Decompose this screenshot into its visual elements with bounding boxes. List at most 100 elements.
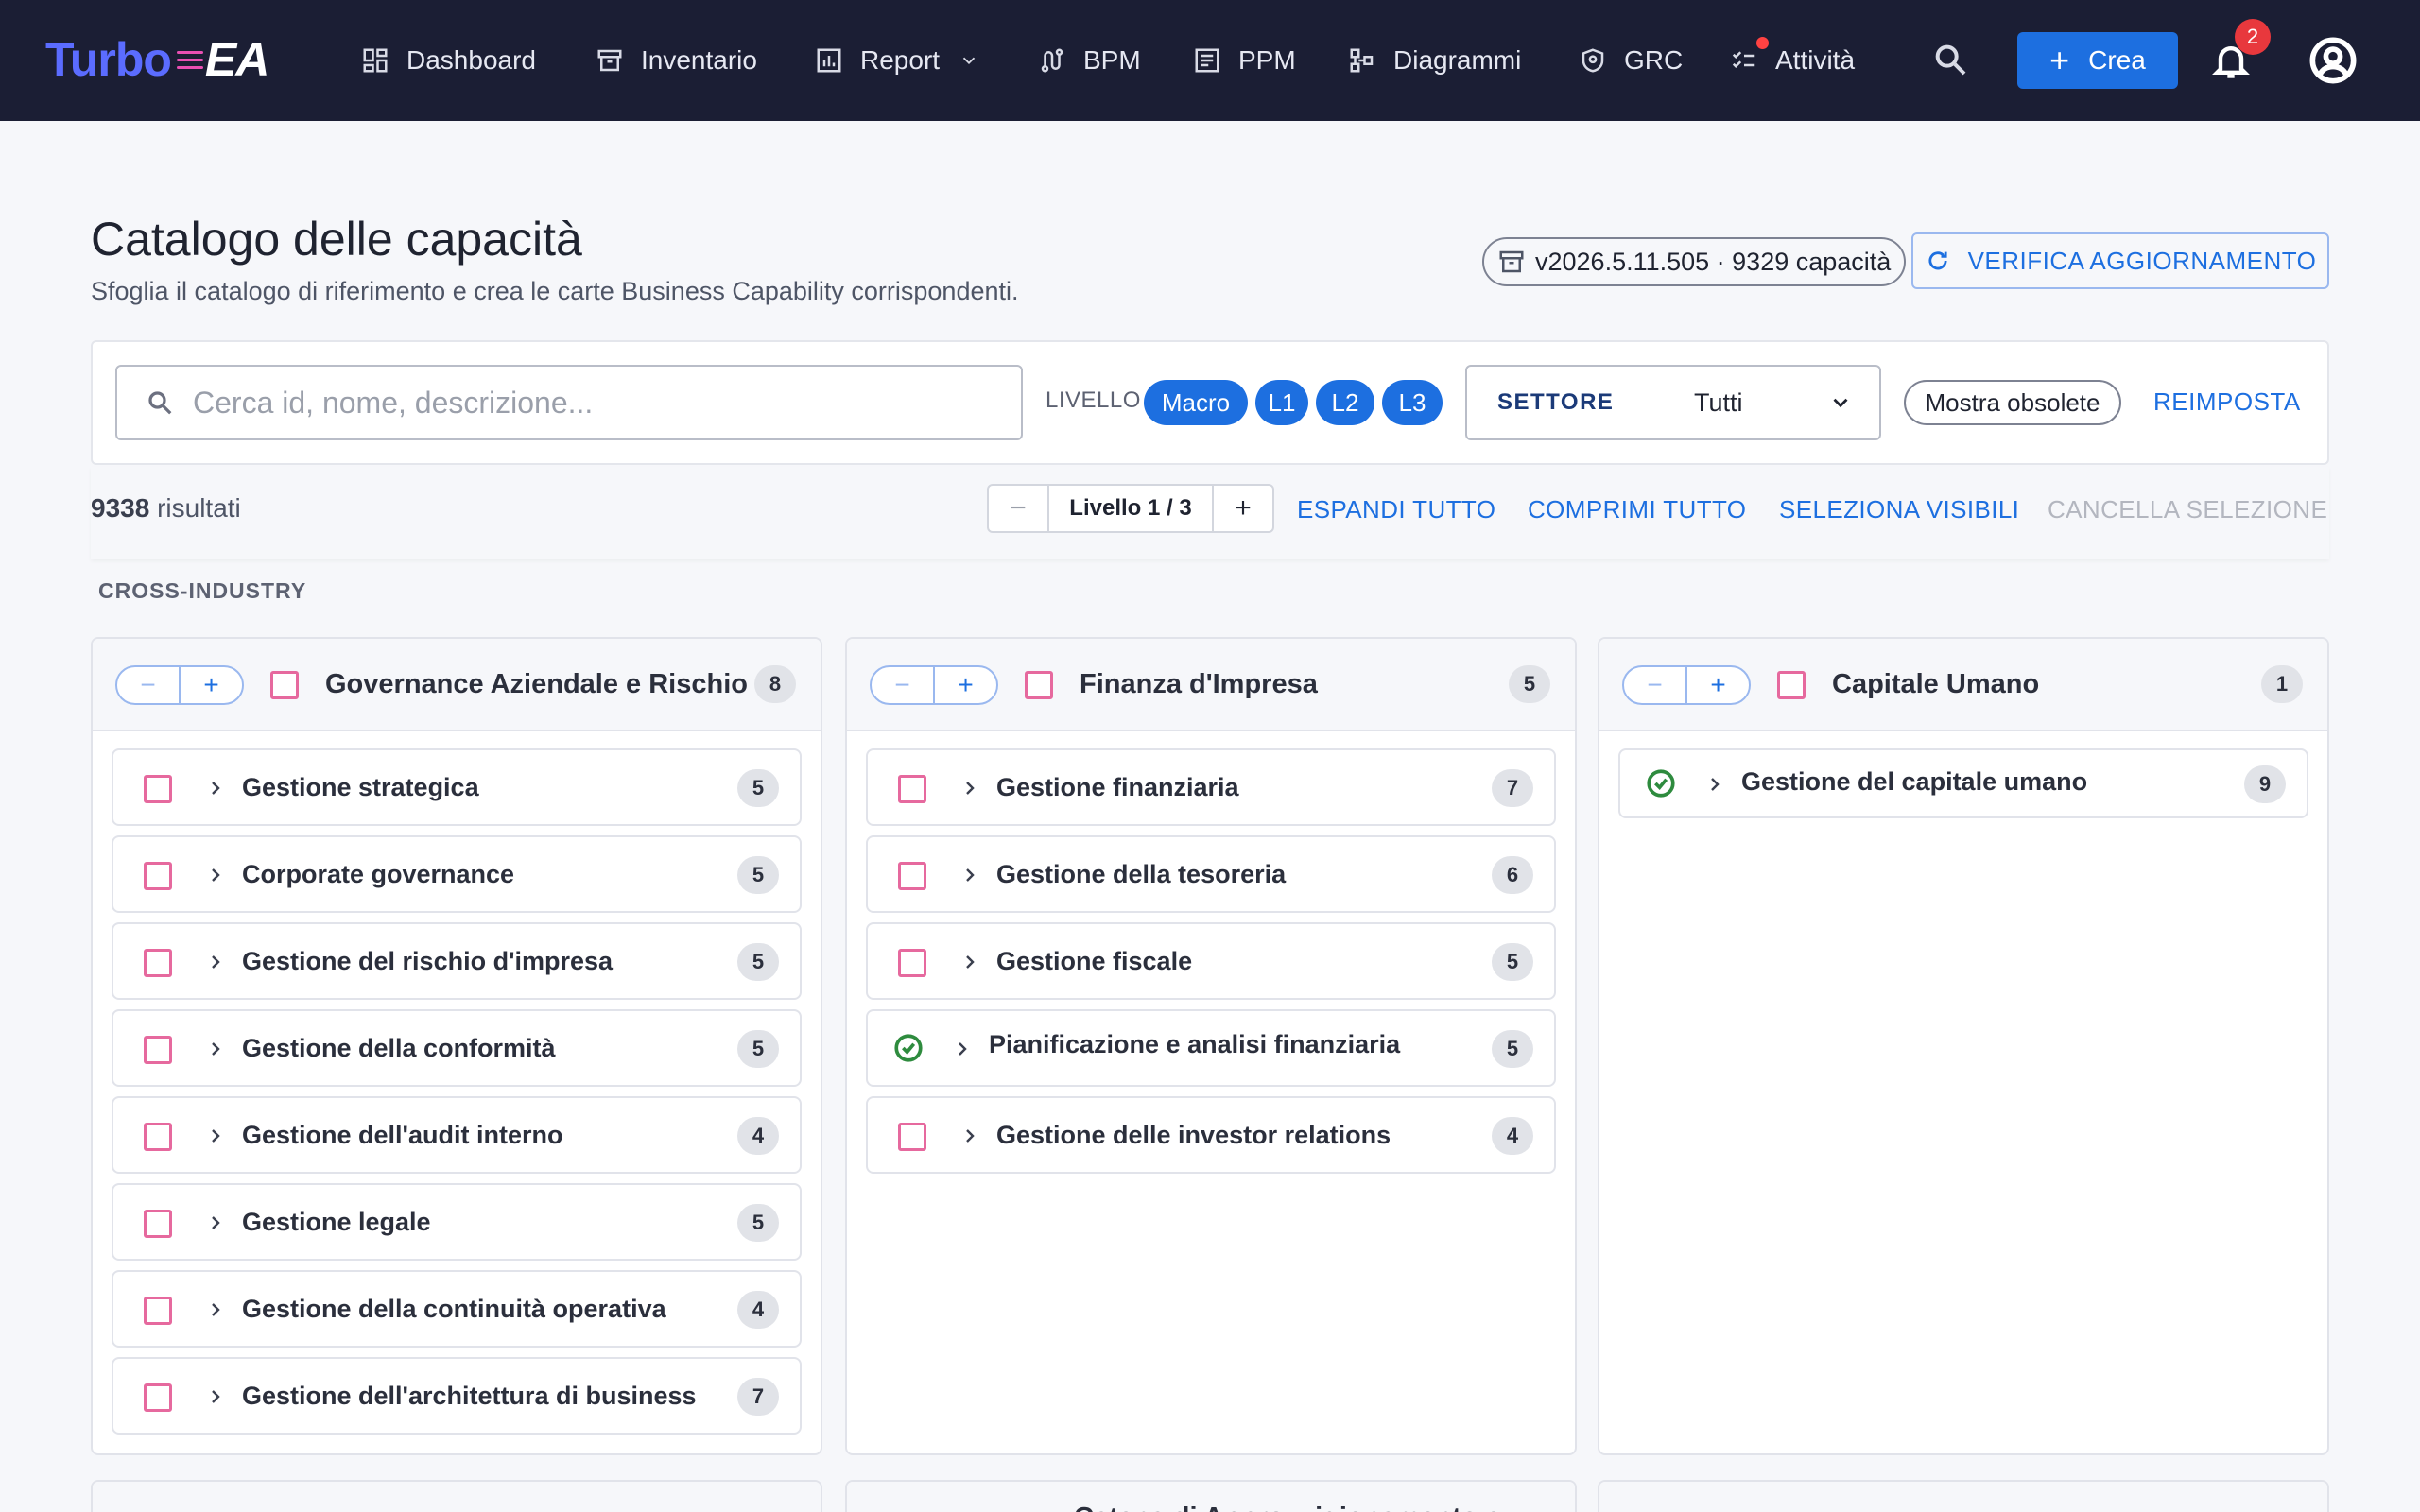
collapse-button[interactable]: − bbox=[1624, 667, 1687, 703]
row-checkbox[interactable] bbox=[144, 1123, 172, 1151]
capability-name: Gestione dell'audit interno bbox=[242, 1121, 563, 1149]
row-checkbox[interactable] bbox=[144, 775, 172, 803]
catalog-search-input[interactable] bbox=[193, 385, 1006, 421]
row-checkbox[interactable] bbox=[144, 862, 172, 890]
level-chip-l1[interactable]: L1 bbox=[1255, 380, 1308, 425]
chevron-right-icon[interactable] bbox=[204, 1125, 227, 1147]
collapse-button[interactable]: − bbox=[872, 667, 935, 703]
nav-bpm[interactable]: BPM bbox=[1038, 36, 1141, 85]
level-stepper: − Livello 1 / 3 + bbox=[987, 484, 1274, 533]
collapse-button[interactable]: − bbox=[117, 667, 181, 703]
level-decrease-button[interactable]: − bbox=[989, 486, 1049, 531]
expand-button[interactable]: + bbox=[181, 667, 242, 703]
capability-row-existing[interactable]: Pianificazione e analisi finanziaria 5 bbox=[866, 1009, 1556, 1087]
capability-row[interactable]: Gestione legale 5 bbox=[112, 1183, 802, 1261]
capability-row[interactable]: Gestione della tesoreria 6 bbox=[866, 835, 1556, 913]
expand-all-button[interactable]: ESPANDI TUTTO bbox=[1297, 495, 1495, 524]
chevron-right-icon[interactable] bbox=[204, 1385, 227, 1408]
chevron-right-icon[interactable] bbox=[204, 1038, 227, 1060]
level-chip-l2[interactable]: L2 bbox=[1316, 380, 1374, 425]
chevron-right-icon[interactable] bbox=[204, 864, 227, 886]
search-icon bbox=[1935, 44, 1966, 76]
row-checkbox[interactable] bbox=[144, 1383, 172, 1412]
chevron-right-icon[interactable] bbox=[204, 1298, 227, 1321]
check-circle-icon bbox=[1645, 767, 1677, 799]
chevron-right-icon[interactable] bbox=[204, 777, 227, 799]
capability-row[interactable]: Gestione dell'architettura di business 7 bbox=[112, 1357, 802, 1435]
level-increase-button[interactable]: + bbox=[1212, 486, 1272, 531]
capability-row[interactable]: Gestione della continuità operativa 4 bbox=[112, 1270, 802, 1348]
chevron-right-icon[interactable] bbox=[959, 1125, 981, 1147]
capability-row-existing[interactable]: Gestione del capitale umano 9 bbox=[1618, 748, 2308, 818]
capability-name: Gestione della tesoreria bbox=[996, 860, 1287, 888]
capability-count-badge: 4 bbox=[737, 1117, 779, 1155]
row-checkbox[interactable] bbox=[898, 862, 926, 890]
capability-row[interactable]: Corporate governance 5 bbox=[112, 835, 802, 913]
capability-name: Corporate governance bbox=[242, 860, 515, 888]
nav-attivita[interactable]: Attività bbox=[1730, 36, 1855, 85]
diagram-icon bbox=[1350, 48, 1374, 73]
chevron-right-icon[interactable] bbox=[204, 951, 227, 973]
level-chip-l3[interactable]: L3 bbox=[1382, 380, 1443, 425]
nav-grc[interactable]: GRC bbox=[1579, 36, 1683, 85]
capability-row[interactable]: Gestione delle investor relations 4 bbox=[866, 1096, 1556, 1174]
capability-count-badge: 5 bbox=[737, 856, 779, 894]
row-checkbox[interactable] bbox=[144, 1036, 172, 1064]
capability-row[interactable]: Gestione finanziaria 7 bbox=[866, 748, 1556, 826]
chevron-right-icon[interactable] bbox=[951, 1038, 974, 1060]
select-visible-button[interactable]: SELEZIONA VISIBILI bbox=[1779, 495, 2019, 524]
chevron-right-icon[interactable] bbox=[959, 777, 981, 799]
capability-row[interactable]: Gestione dell'audit interno 4 bbox=[112, 1096, 802, 1174]
column-checkbox[interactable] bbox=[1025, 671, 1053, 699]
chevron-right-icon[interactable] bbox=[204, 1211, 227, 1234]
level-filter-label: LIVELLO bbox=[1046, 387, 1141, 413]
sector-select[interactable]: SETTORE Tutti bbox=[1465, 365, 1881, 440]
check-circle-icon bbox=[892, 1032, 925, 1064]
reset-filters-button[interactable]: REIMPOSTA bbox=[2153, 387, 2301, 417]
column-checkbox[interactable] bbox=[270, 671, 299, 699]
nav-dashboard[interactable]: Dashboard bbox=[361, 36, 536, 85]
nav-inventario[interactable]: Inventario bbox=[596, 36, 757, 85]
row-checkbox[interactable] bbox=[144, 949, 172, 977]
capability-name: Pianificazione e analisi finanziaria bbox=[989, 1030, 1401, 1058]
expand-button[interactable]: + bbox=[935, 667, 996, 703]
capability-count-badge: 4 bbox=[737, 1291, 779, 1329]
archive-icon bbox=[597, 49, 622, 72]
catalog-search-field[interactable] bbox=[115, 365, 1023, 440]
chevron-right-icon[interactable] bbox=[959, 951, 981, 973]
capability-row[interactable]: Gestione della conformità 5 bbox=[112, 1009, 802, 1087]
notification-badge: 2 bbox=[2235, 19, 2271, 55]
nav-ppm[interactable]: PPM bbox=[1193, 36, 1296, 85]
nav-diagrammi[interactable]: Diagrammi bbox=[1348, 36, 1521, 85]
chevron-right-icon[interactable] bbox=[959, 864, 981, 886]
row-checkbox[interactable] bbox=[898, 949, 926, 977]
row-checkbox[interactable] bbox=[898, 1123, 926, 1151]
row-checkbox[interactable] bbox=[144, 1297, 172, 1325]
capability-column: − + Finanza d'Impresa 5 Gestione finanzi… bbox=[845, 637, 1577, 1455]
create-button[interactable]: + Crea bbox=[2017, 32, 2178, 89]
verify-update-button[interactable]: VERIFICA AGGIORNAMENTO bbox=[1911, 232, 2329, 289]
global-search-button[interactable] bbox=[1931, 41, 1969, 78]
sector-select-label: SETTORE bbox=[1497, 389, 1615, 415]
create-button-label: Crea bbox=[2088, 45, 2146, 75]
column-checkbox[interactable] bbox=[1777, 671, 1806, 699]
nav-report[interactable]: Report bbox=[815, 36, 979, 85]
capability-count-badge: 5 bbox=[1492, 943, 1533, 981]
collapse-all-button[interactable]: COMPRIMI TUTTO bbox=[1528, 495, 1746, 524]
expand-button[interactable]: + bbox=[1687, 667, 1749, 703]
column-header: − + Governance Aziendale e Rischio 8 bbox=[93, 639, 821, 731]
column-expand-collapse: − + bbox=[1622, 665, 1751, 705]
account-circle-icon bbox=[2309, 37, 2357, 84]
show-obsolete-toggle[interactable]: Mostra obsolete bbox=[1904, 380, 2121, 425]
capability-row[interactable]: Gestione del rischio d'impresa 5 bbox=[112, 922, 802, 1000]
catalog-version-chip: v2026.5.11.505 · 9329 capacità bbox=[1482, 237, 1907, 286]
user-account-button[interactable] bbox=[2308, 36, 2358, 85]
row-checkbox[interactable] bbox=[898, 775, 926, 803]
chevron-right-icon[interactable] bbox=[1703, 773, 1726, 796]
capability-row[interactable]: Gestione strategica 5 bbox=[112, 748, 802, 826]
turboea-logo[interactable]: Turbo EA bbox=[45, 28, 269, 91]
level-chip-macro[interactable]: Macro bbox=[1144, 380, 1248, 425]
clear-selection-button[interactable]: CANCELLA SELEZIONE bbox=[2048, 495, 2327, 524]
row-checkbox[interactable] bbox=[144, 1210, 172, 1238]
capability-row[interactable]: Gestione fiscale 5 bbox=[866, 922, 1556, 1000]
